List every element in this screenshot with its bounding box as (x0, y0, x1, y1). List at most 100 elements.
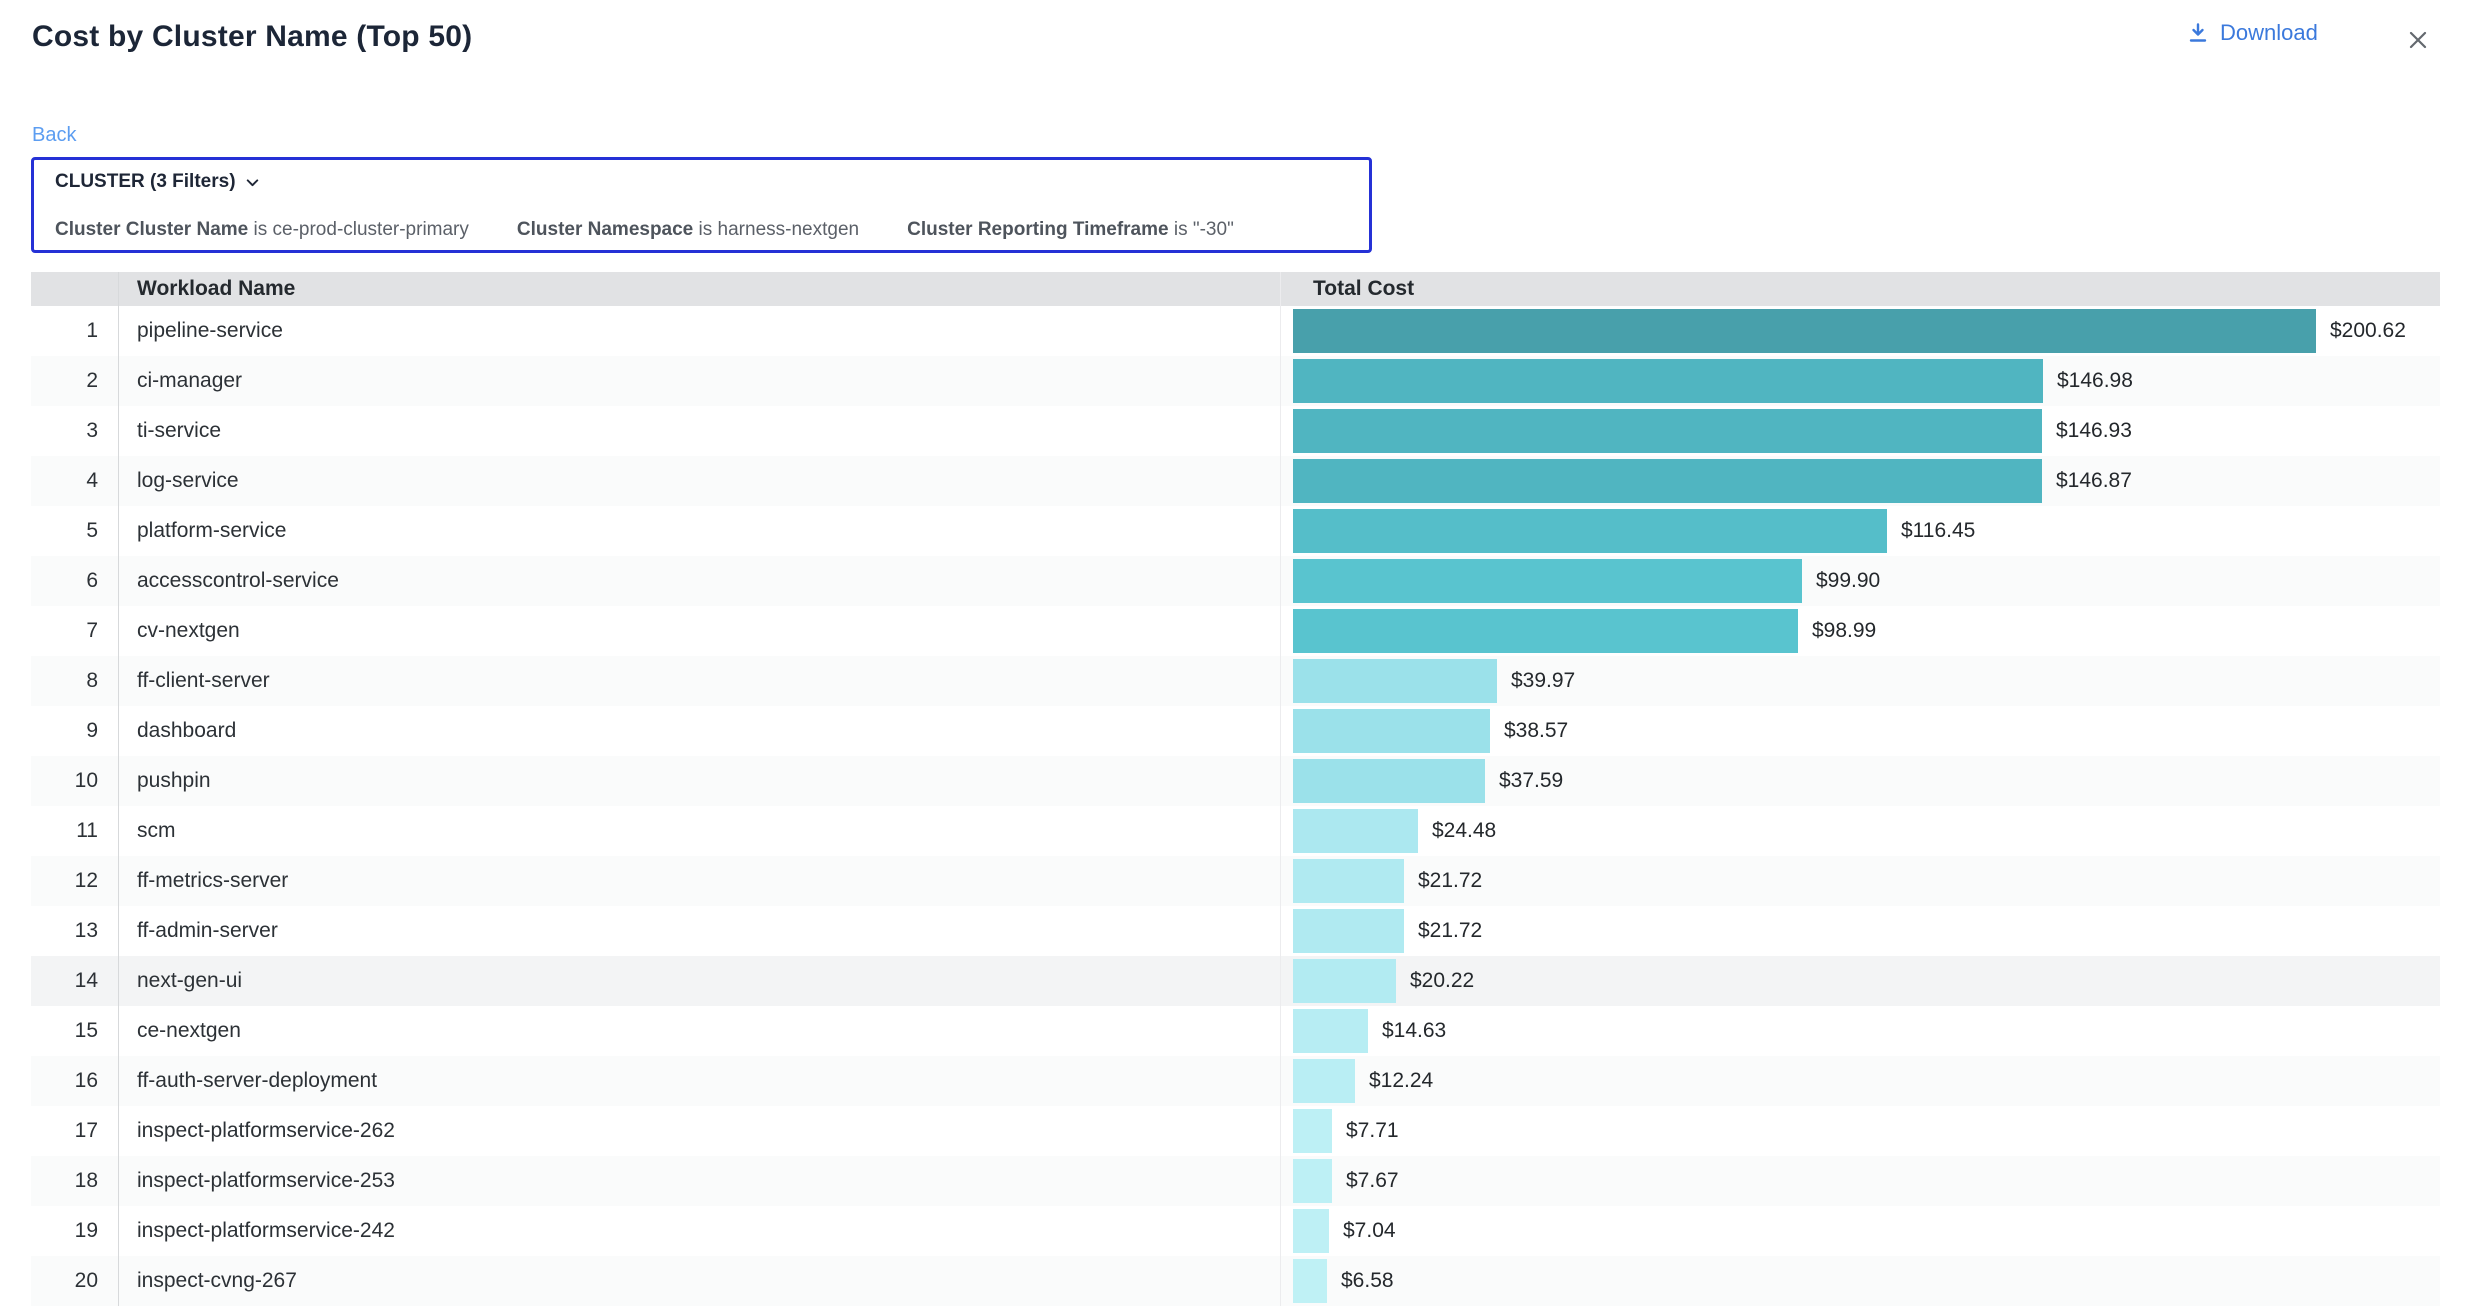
table-row[interactable]: 19 inspect-platformservice-242 $7.04 (31, 1206, 2440, 1256)
cost-cell: $20.22 (1280, 956, 2440, 1006)
table-body: 1 pipeline-service $200.62 2 ci-manager … (31, 306, 2440, 1306)
cost-cell: $7.71 (1280, 1106, 2440, 1156)
cost-cell: $21.72 (1280, 906, 2440, 956)
cost-value: $116.45 (1901, 519, 1975, 543)
table-row[interactable]: 2 ci-manager $146.98 (31, 356, 2440, 406)
row-rank: 2 (31, 356, 118, 406)
row-rank: 5 (31, 506, 118, 556)
cost-cell: $146.98 (1280, 356, 2440, 406)
table-header: Workload Name Total Cost (31, 272, 2440, 306)
row-rank: 7 (31, 606, 118, 656)
filter-field: Cluster Reporting Timeframe (907, 219, 1168, 240)
cost-bar (1293, 1209, 1329, 1253)
table-row[interactable]: 10 pushpin $37.59 (31, 756, 2440, 806)
row-rank: 11 (31, 806, 118, 856)
workload-name: cv-nextgen (118, 606, 1280, 656)
row-rank: 17 (31, 1106, 118, 1156)
table-row[interactable]: 6 accesscontrol-service $99.90 (31, 556, 2440, 606)
cost-bar (1293, 1009, 1368, 1053)
row-rank: 18 (31, 1156, 118, 1206)
table-row[interactable]: 17 inspect-platformservice-262 $7.71 (31, 1106, 2440, 1156)
workload-name: inspect-platformservice-242 (118, 1206, 1280, 1256)
download-button[interactable]: Download (2186, 20, 2318, 46)
cost-cell: $21.72 (1280, 856, 2440, 906)
cost-value: $39.97 (1511, 669, 1575, 693)
workload-name: log-service (118, 456, 1280, 506)
download-label: Download (2220, 20, 2318, 46)
cost-value: $24.48 (1432, 819, 1496, 843)
row-rank: 10 (31, 756, 118, 806)
table-row[interactable]: 8 ff-client-server $39.97 (31, 656, 2440, 706)
cost-bar (1293, 809, 1418, 853)
chevron-down-icon (244, 174, 261, 191)
cost-bar (1293, 359, 2043, 403)
cost-bar (1293, 459, 2042, 503)
workload-name: ff-client-server (118, 656, 1280, 706)
total-cost-column-header: Total Cost (1280, 272, 2440, 306)
cost-cell: $98.99 (1280, 606, 2440, 656)
cost-cell: $116.45 (1280, 506, 2440, 556)
cost-cell: $6.58 (1280, 1256, 2440, 1306)
table-row[interactable]: 11 scm $24.48 (31, 806, 2440, 856)
back-link[interactable]: Back (32, 124, 76, 147)
row-rank: 1 (31, 306, 118, 356)
row-rank: 8 (31, 656, 118, 706)
table-row[interactable]: 5 platform-service $116.45 (31, 506, 2440, 556)
filter-field: Cluster Cluster Name (55, 219, 248, 240)
row-rank: 19 (31, 1206, 118, 1256)
workload-name-column-header: Workload Name (118, 272, 1280, 306)
cost-value: $20.22 (1410, 969, 1474, 993)
cost-cell: $146.87 (1280, 456, 2440, 506)
workload-name: ff-metrics-server (118, 856, 1280, 906)
close-button[interactable] (2400, 22, 2436, 58)
workload-name: pushpin (118, 756, 1280, 806)
table-row[interactable]: 7 cv-nextgen $98.99 (31, 606, 2440, 656)
cost-value: $21.72 (1418, 919, 1482, 943)
table-row[interactable]: 13 ff-admin-server $21.72 (31, 906, 2440, 956)
row-rank: 15 (31, 1006, 118, 1056)
filter-group-toggle[interactable]: CLUSTER (3 Filters) (55, 171, 261, 193)
row-rank: 20 (31, 1256, 118, 1306)
table-row[interactable]: 12 ff-metrics-server $21.72 (31, 856, 2440, 906)
table-row[interactable]: 16 ff-auth-server-deployment $12.24 (31, 1056, 2440, 1106)
workload-name: accesscontrol-service (118, 556, 1280, 606)
table-row[interactable]: 18 inspect-platformservice-253 $7.67 (31, 1156, 2440, 1206)
cost-cell: $38.57 (1280, 706, 2440, 756)
row-rank: 9 (31, 706, 118, 756)
cost-bar (1293, 709, 1490, 753)
table-row[interactable]: 3 ti-service $146.93 (31, 406, 2440, 456)
workload-name: ff-auth-server-deployment (118, 1056, 1280, 1106)
cost-bar (1293, 1109, 1332, 1153)
cost-value: $14.63 (1382, 1019, 1446, 1043)
cost-bar (1293, 509, 1887, 553)
cost-cell: $146.93 (1280, 406, 2440, 456)
cost-bar (1293, 609, 1798, 653)
table-row[interactable]: 9 dashboard $38.57 (31, 706, 2440, 756)
cost-value: $99.90 (1816, 569, 1880, 593)
table-row[interactable]: 4 log-service $146.87 (31, 456, 2440, 506)
table-row[interactable]: 20 inspect-cvng-267 $6.58 (31, 1256, 2440, 1306)
cost-value: $7.04 (1343, 1219, 1396, 1243)
cost-value: $37.59 (1499, 769, 1563, 793)
filter-condition: is ce-prod-cluster-primary (254, 219, 469, 240)
cost-bar (1293, 859, 1404, 903)
filter-list: Cluster Cluster Name is ce-prod-cluster-… (55, 219, 1234, 241)
cost-cell: $7.04 (1280, 1206, 2440, 1256)
cost-value: $146.87 (2056, 469, 2132, 493)
workload-name: inspect-platformservice-262 (118, 1106, 1280, 1156)
cost-bar (1293, 409, 2042, 453)
workload-name: inspect-platformservice-253 (118, 1156, 1280, 1206)
cost-cell: $7.67 (1280, 1156, 2440, 1206)
close-icon (2404, 26, 2432, 54)
table-row[interactable]: 15 ce-nextgen $14.63 (31, 1006, 2440, 1056)
cost-value: $6.58 (1341, 1269, 1394, 1293)
cost-value: $12.24 (1369, 1069, 1433, 1093)
cost-bar (1293, 759, 1485, 803)
table-row[interactable]: 14 next-gen-ui $20.22 (31, 956, 2440, 1006)
filter-field: Cluster Namespace (517, 219, 693, 240)
row-rank: 3 (31, 406, 118, 456)
table-row[interactable]: 1 pipeline-service $200.62 (31, 306, 2440, 356)
cost-cell: $39.97 (1280, 656, 2440, 706)
cost-bar (1293, 1159, 1332, 1203)
cost-bar (1293, 909, 1404, 953)
